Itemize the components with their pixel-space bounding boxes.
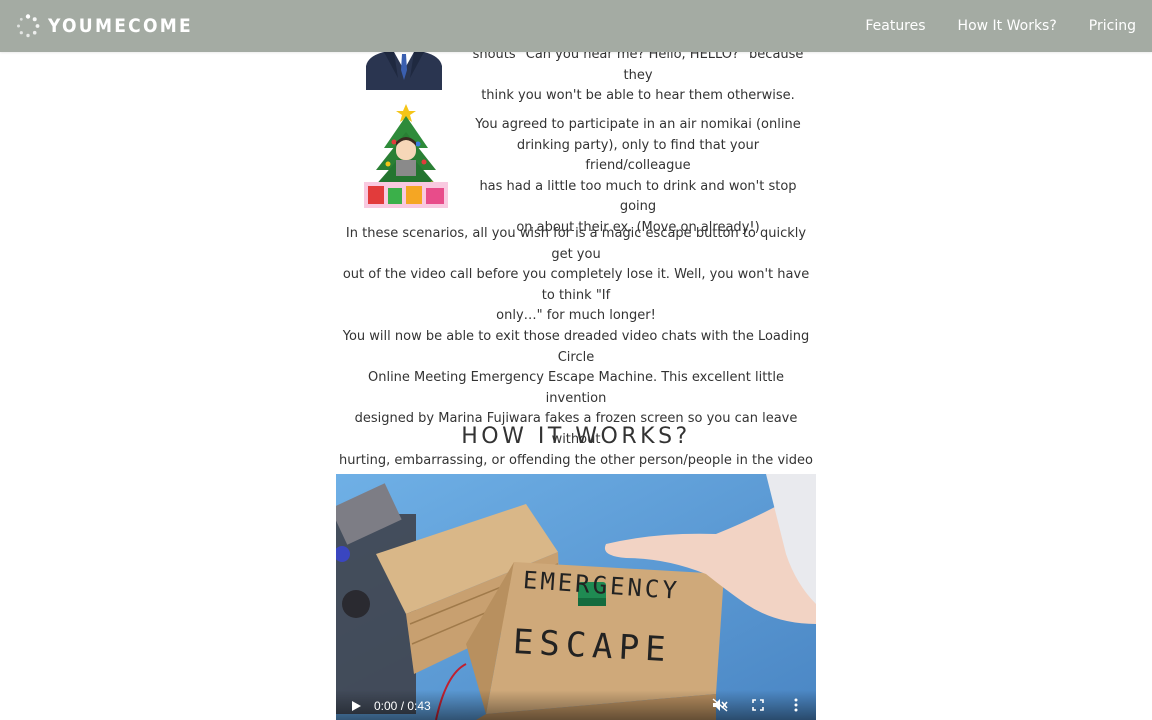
nav-link-how-it-works[interactable]: How It Works? xyxy=(958,18,1057,34)
loading-circle-icon xyxy=(17,14,40,38)
video-box-label-2: ESCAPE xyxy=(511,622,673,671)
paragraph-line: In these scenarios, all you wish for is … xyxy=(345,226,807,262)
play-icon[interactable] xyxy=(350,700,362,712)
scenario-line: has had a little too much to drink and w… xyxy=(479,178,797,215)
scenario-text: You agreed to participate in an air nomi… xyxy=(470,115,806,239)
fullscreen-icon[interactable] xyxy=(752,699,764,711)
scenario-text: shouts "Can you hear me? Hello, HELLO?" … xyxy=(470,45,806,107)
paragraph: You will now be able to exit those dread… xyxy=(336,327,816,492)
brand-name: YOUMECOME xyxy=(48,15,193,37)
video-player[interactable]: EMERGENCY ESCAPE 0:00 / 0:43 xyxy=(336,474,816,720)
scenario-item: You agreed to participate in an air nomi… xyxy=(336,100,816,235)
mute-icon[interactable] xyxy=(712,698,728,712)
christmas-tree-illustration xyxy=(364,104,448,208)
paragraph: In these scenarios, all you wish for is … xyxy=(336,224,816,327)
nav-link-pricing[interactable]: Pricing xyxy=(1089,18,1136,34)
section-title-how-it-works: HOW IT WORKS? xyxy=(461,424,691,449)
more-options-icon[interactable] xyxy=(794,698,798,712)
paragraph-line: only…" for much longer! xyxy=(496,308,656,324)
video-controls: 0:00 / 0:43 xyxy=(336,690,816,720)
scenario-line: You agreed to participate in an air nomi… xyxy=(475,117,801,132)
nav-link-features[interactable]: Features xyxy=(865,18,925,34)
paragraph-line: You will now be able to exit those dread… xyxy=(342,328,810,365)
paragraph-line: out of the video call before you complet… xyxy=(342,267,810,303)
navbar: YOUMECOME Features How It Works? Pricing xyxy=(0,0,1152,52)
brand-logo[interactable]: YOUMECOME xyxy=(16,12,209,40)
scenario-line: drinking party), only to find that your … xyxy=(516,137,760,174)
nav-links: Features How It Works? Pricing xyxy=(833,0,1136,52)
description-paragraphs: In these scenarios, all you wish for is … xyxy=(336,224,816,492)
paragraph-line: Online Meeting Emergency Escape Machine.… xyxy=(367,370,785,406)
video-time: 0:00 / 0:43 xyxy=(374,699,431,713)
